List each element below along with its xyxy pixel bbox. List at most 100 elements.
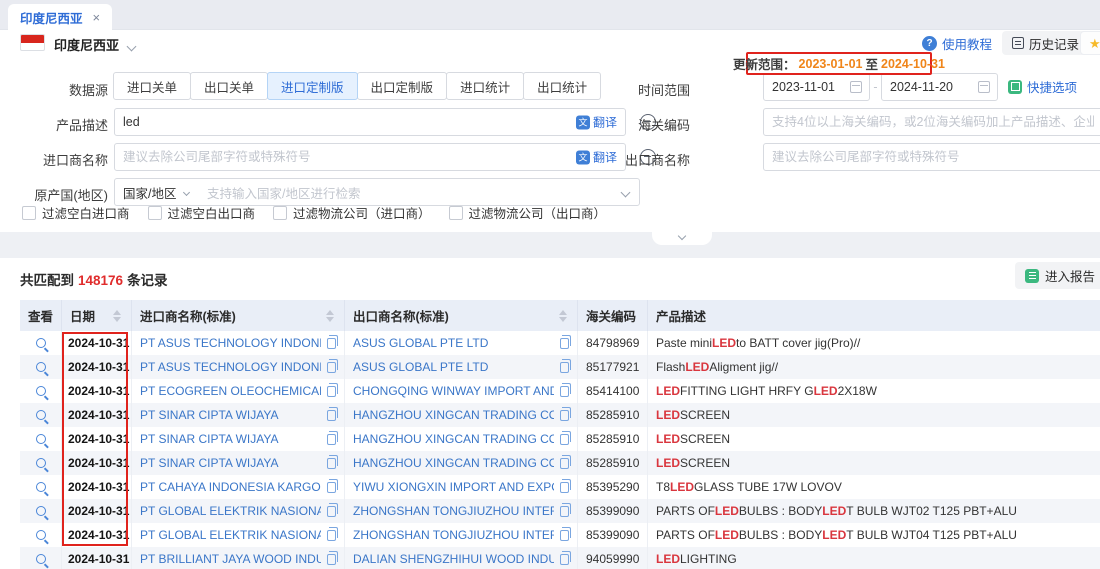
checkbox-icon[interactable] [148, 206, 162, 220]
filter-checkbox-1[interactable]: 过滤空白出口商 [148, 203, 256, 222]
copy-icon[interactable] [560, 482, 569, 493]
importer-input[interactable] [115, 144, 625, 170]
datasource-tab-2[interactable]: 进口定制版 [267, 72, 358, 100]
date-end-field[interactable] [881, 73, 998, 101]
date-start-input[interactable] [764, 74, 850, 100]
origin-search-placeholder[interactable]: 支持输入国家/地区进行检索 [197, 183, 622, 202]
column-header-3[interactable]: 出口商名称(标准) [345, 300, 578, 331]
importer-cell: PT BRILLIANT JAYA WOOD INDUSTRY [132, 547, 345, 569]
collapse-filters-button[interactable] [652, 232, 712, 245]
checkbox-icon[interactable] [22, 206, 36, 220]
copy-icon[interactable] [327, 506, 336, 517]
copy-icon[interactable] [560, 506, 569, 517]
copy-icon[interactable] [560, 530, 569, 541]
magnifier-icon[interactable] [36, 458, 46, 468]
copy-icon[interactable] [327, 482, 336, 493]
magnifier-icon[interactable] [36, 338, 46, 348]
exporter-link[interactable]: HANGZHOU XINGCAN TRADING CO LTD [353, 456, 554, 470]
copy-icon[interactable] [560, 458, 569, 469]
product-desc-field[interactable]: 文 翻译 [114, 108, 626, 136]
copy-icon[interactable] [327, 554, 336, 565]
sort-icon[interactable] [113, 310, 121, 322]
copy-icon[interactable] [560, 410, 569, 421]
copy-icon[interactable] [560, 554, 569, 565]
copy-icon[interactable] [327, 410, 336, 421]
hs-code-cell: 84798969 [578, 331, 648, 355]
importer-cell: PT SINAR CIPTA WIJAYA [132, 403, 345, 427]
column-header-1[interactable]: 日期 [62, 300, 132, 331]
importer-link[interactable]: PT SINAR CIPTA WIJAYA [140, 456, 321, 470]
copy-icon[interactable] [560, 362, 569, 373]
magnifier-icon[interactable] [36, 506, 46, 516]
datasource-tab-3[interactable]: 出口定制版 [357, 72, 448, 100]
magnifier-icon[interactable] [36, 386, 46, 396]
importer-link[interactable]: PT ASUS TECHNOLOGY INDONESIA BA... [140, 336, 321, 350]
date-end-input[interactable] [882, 74, 978, 100]
calendar-icon [978, 81, 990, 93]
close-icon[interactable]: × [93, 11, 101, 24]
enter-report-button[interactable]: 进入报告 [1015, 262, 1100, 289]
history-button[interactable]: 历史记录 [1002, 31, 1089, 55]
importer-link[interactable]: PT ECOGREEN OLEOCHEMICALS [140, 384, 321, 398]
exporter-link[interactable]: ZHONGSHAN TONGJIUZHOU INTERNA... [353, 528, 554, 542]
magnifier-icon[interactable] [36, 530, 46, 540]
table-header-row: 查看日期进口商名称(标准)出口商名称(标准)海关编码产品描述 [20, 300, 1100, 331]
importer-link[interactable]: PT GLOBAL ELEKTRIK NASIONAL [140, 528, 321, 542]
filter-checkbox-2[interactable]: 过滤物流公司（进口商） [273, 203, 431, 222]
sort-icon[interactable] [559, 310, 567, 322]
origin-country-select[interactable]: 国家/地区 [115, 179, 197, 205]
copy-icon[interactable] [560, 434, 569, 445]
datasource-tab-4[interactable]: 进口统计 [446, 72, 524, 100]
exporter-link[interactable]: HANGZHOU XINGCAN TRADING CO LTD [353, 432, 554, 446]
tab-indonesia[interactable]: 印度尼西亚 × [8, 4, 112, 31]
importer-link[interactable]: PT CAHAYA INDONESIA KARGO [140, 480, 321, 494]
exporter-link[interactable]: DALIAN SHENGZHIHUI WOOD INDUST... [353, 552, 554, 566]
exporter-field[interactable] [763, 143, 1100, 171]
exporter-link[interactable]: ZHONGSHAN TONGJIUZHOU INTERNA... [353, 504, 554, 518]
exporter-link[interactable]: HANGZHOU XINGCAN TRADING CO LTD [353, 408, 554, 422]
checkbox-icon[interactable] [273, 206, 287, 220]
importer-link[interactable]: PT ASUS TECHNOLOGY INDONESIA BA... [140, 360, 321, 374]
importer-link[interactable]: PT SINAR CIPTA WIJAYA [140, 432, 321, 446]
exporter-link[interactable]: CHONGQING WINWAY IMPORT AND E... [353, 384, 554, 398]
highlighted-keyword: LED [656, 552, 680, 566]
magnifier-icon[interactable] [36, 410, 46, 420]
magnifier-icon[interactable] [36, 434, 46, 444]
copy-icon[interactable] [327, 530, 336, 541]
importer-link[interactable]: PT GLOBAL ELEKTRIK NASIONAL [140, 504, 321, 518]
copy-icon[interactable] [560, 338, 569, 349]
importer-field[interactable]: 文 翻译 [114, 143, 626, 171]
hs-code-input[interactable] [764, 109, 1100, 135]
quick-options-button[interactable]: 快捷选项 [1008, 77, 1077, 96]
datasource-tab-0[interactable]: 进口关单 [113, 72, 191, 100]
importer-link[interactable]: PT SINAR CIPTA WIJAYA [140, 408, 321, 422]
exporter-link[interactable]: ASUS GLOBAL PTE LTD [353, 336, 554, 350]
sort-icon[interactable] [326, 310, 334, 322]
copy-icon[interactable] [560, 386, 569, 397]
date-start-field[interactable] [763, 73, 870, 101]
copy-icon[interactable] [327, 434, 336, 445]
copy-icon[interactable] [327, 386, 336, 397]
filter-checkbox-0[interactable]: 过滤空白进口商 [22, 203, 130, 222]
magnifier-icon[interactable] [36, 362, 46, 372]
exporter-input[interactable] [764, 144, 1100, 170]
copy-icon[interactable] [327, 362, 336, 373]
favorite-button[interactable]: ★ [1080, 31, 1100, 55]
hs-code-field[interactable] [763, 108, 1100, 136]
table-body: 2024-10-31PT ASUS TECHNOLOGY INDONESIA B… [20, 331, 1100, 569]
importer-link[interactable]: PT BRILLIANT JAYA WOOD INDUSTRY [140, 552, 321, 566]
tutorial-button[interactable]: ? 使用教程 [922, 34, 992, 53]
magnifier-icon[interactable] [36, 554, 46, 564]
checkbox-icon[interactable] [449, 206, 463, 220]
copy-icon[interactable] [327, 338, 336, 349]
hs-code-cell: 85399090 [578, 499, 648, 523]
country-selector[interactable] [128, 39, 135, 53]
exporter-link[interactable]: ASUS GLOBAL PTE LTD [353, 360, 554, 374]
copy-icon[interactable] [327, 458, 336, 469]
magnifier-icon[interactable] [36, 482, 46, 492]
filter-checkbox-3[interactable]: 过滤物流公司（出口商） [449, 203, 607, 222]
column-header-2[interactable]: 进口商名称(标准) [132, 300, 345, 331]
datasource-tab-1[interactable]: 出口关单 [190, 72, 268, 100]
product-desc-input[interactable] [115, 109, 625, 135]
exporter-link[interactable]: YIWU XIONGXIN IMPORT AND EXPORT... [353, 480, 554, 494]
